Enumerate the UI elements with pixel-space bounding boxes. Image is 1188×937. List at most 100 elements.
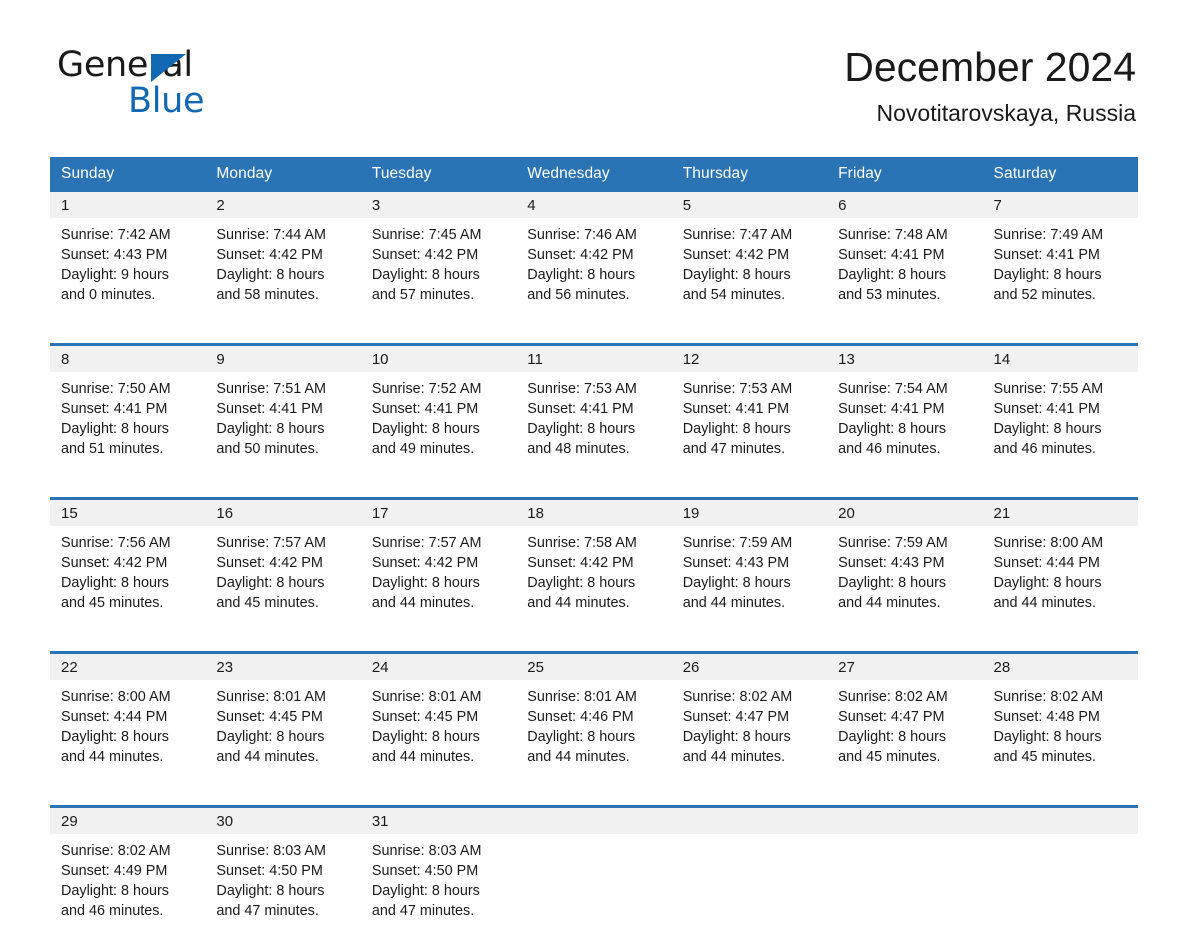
day-details: Sunrise: 7:53 AM Sunset: 4:41 PM Dayligh… xyxy=(516,372,671,459)
day-cell[interactable]: 22Sunrise: 8:00 AM Sunset: 4:44 PM Dayli… xyxy=(50,653,205,784)
day-number: 12 xyxy=(672,346,827,372)
day-cell[interactable]: 9Sunrise: 7:51 AM Sunset: 4:41 PM Daylig… xyxy=(205,345,360,476)
day-cell[interactable]: 8Sunrise: 7:50 AM Sunset: 4:41 PM Daylig… xyxy=(50,345,205,476)
calendar-week-row: 22Sunrise: 8:00 AM Sunset: 4:44 PM Dayli… xyxy=(50,653,1138,784)
day-cell[interactable]: 26Sunrise: 8:02 AM Sunset: 4:47 PM Dayli… xyxy=(672,653,827,784)
day-number: 3 xyxy=(361,192,516,218)
weekday-header-wednesday: Wednesday xyxy=(516,157,671,192)
day-details: Sunrise: 7:52 AM Sunset: 4:41 PM Dayligh… xyxy=(361,372,516,459)
day-cell[interactable]: 13Sunrise: 7:54 AM Sunset: 4:41 PM Dayli… xyxy=(827,345,982,476)
calendar-week-row: 15Sunrise: 7:56 AM Sunset: 4:42 PM Dayli… xyxy=(50,499,1138,630)
day-details: Sunrise: 8:03 AM Sunset: 4:50 PM Dayligh… xyxy=(205,834,360,921)
day-number: 17 xyxy=(361,500,516,526)
day-number: 19 xyxy=(672,500,827,526)
day-number: 2 xyxy=(205,192,360,218)
day-number xyxy=(827,808,982,834)
day-cell[interactable]: 2Sunrise: 7:44 AM Sunset: 4:42 PM Daylig… xyxy=(205,192,360,321)
day-details: Sunrise: 7:44 AM Sunset: 4:42 PM Dayligh… xyxy=(205,218,360,305)
day-cell[interactable]: 3Sunrise: 7:45 AM Sunset: 4:42 PM Daylig… xyxy=(361,192,516,321)
day-number: 1 xyxy=(50,192,205,218)
sunrise-sunset-calendar: Sunday Monday Tuesday Wednesday Thursday… xyxy=(50,157,1138,937)
day-details: Sunrise: 7:59 AM Sunset: 4:43 PM Dayligh… xyxy=(827,526,982,613)
day-cell[interactable]: 4Sunrise: 7:46 AM Sunset: 4:42 PM Daylig… xyxy=(516,192,671,321)
day-details: Sunrise: 7:57 AM Sunset: 4:42 PM Dayligh… xyxy=(361,526,516,613)
day-number: 16 xyxy=(205,500,360,526)
week-spacer xyxy=(50,783,1138,807)
day-number: 20 xyxy=(827,500,982,526)
weekday-header-monday: Monday xyxy=(205,157,360,192)
logo-wordmark-top: General xyxy=(57,48,397,84)
day-cell[interactable]: 18Sunrise: 7:58 AM Sunset: 4:42 PM Dayli… xyxy=(516,499,671,630)
day-number: 6 xyxy=(827,192,982,218)
day-details: Sunrise: 7:53 AM Sunset: 4:41 PM Dayligh… xyxy=(672,372,827,459)
day-number: 26 xyxy=(672,654,827,680)
day-cell-empty xyxy=(516,807,671,937)
day-cell[interactable]: 12Sunrise: 7:53 AM Sunset: 4:41 PM Dayli… xyxy=(672,345,827,476)
day-number: 30 xyxy=(205,808,360,834)
day-cell[interactable]: 11Sunrise: 7:53 AM Sunset: 4:41 PM Dayli… xyxy=(516,345,671,476)
day-cell[interactable]: 21Sunrise: 8:00 AM Sunset: 4:44 PM Dayli… xyxy=(983,499,1138,630)
day-cell[interactable]: 16Sunrise: 7:57 AM Sunset: 4:42 PM Dayli… xyxy=(205,499,360,630)
calendar-week-row: 8Sunrise: 7:50 AM Sunset: 4:41 PM Daylig… xyxy=(50,345,1138,476)
day-details: Sunrise: 8:02 AM Sunset: 4:47 PM Dayligh… xyxy=(827,680,982,767)
day-details: Sunrise: 7:54 AM Sunset: 4:41 PM Dayligh… xyxy=(827,372,982,459)
day-number: 27 xyxy=(827,654,982,680)
day-number: 28 xyxy=(983,654,1138,680)
day-cell[interactable]: 23Sunrise: 8:01 AM Sunset: 4:45 PM Dayli… xyxy=(205,653,360,784)
day-cell[interactable]: 30Sunrise: 8:03 AM Sunset: 4:50 PM Dayli… xyxy=(205,807,360,937)
day-cell[interactable]: 24Sunrise: 8:01 AM Sunset: 4:45 PM Dayli… xyxy=(361,653,516,784)
day-cell[interactable]: 14Sunrise: 7:55 AM Sunset: 4:41 PM Dayli… xyxy=(983,345,1138,476)
day-number: 18 xyxy=(516,500,671,526)
day-details: Sunrise: 8:01 AM Sunset: 4:46 PM Dayligh… xyxy=(516,680,671,767)
day-cell[interactable]: 7Sunrise: 7:49 AM Sunset: 4:41 PM Daylig… xyxy=(983,192,1138,321)
day-cell[interactable]: 17Sunrise: 7:57 AM Sunset: 4:42 PM Dayli… xyxy=(361,499,516,630)
day-cell[interactable]: 5Sunrise: 7:47 AM Sunset: 4:42 PM Daylig… xyxy=(672,192,827,321)
page-title: December 2024 xyxy=(844,44,1136,91)
day-cell[interactable]: 6Sunrise: 7:48 AM Sunset: 4:41 PM Daylig… xyxy=(827,192,982,321)
day-cell[interactable]: 25Sunrise: 8:01 AM Sunset: 4:46 PM Dayli… xyxy=(516,653,671,784)
day-details: Sunrise: 7:47 AM Sunset: 4:42 PM Dayligh… xyxy=(672,218,827,305)
day-cell-empty xyxy=(983,807,1138,937)
day-number: 29 xyxy=(50,808,205,834)
week-spacer xyxy=(50,629,1138,653)
day-cell[interactable]: 15Sunrise: 7:56 AM Sunset: 4:42 PM Dayli… xyxy=(50,499,205,630)
day-details: Sunrise: 7:42 AM Sunset: 4:43 PM Dayligh… xyxy=(50,218,205,305)
title-block: December 2024 Novotitarovskaya, Russia xyxy=(844,44,1136,127)
calendar-header-row: Sunday Monday Tuesday Wednesday Thursday… xyxy=(50,157,1138,192)
day-details xyxy=(827,834,982,841)
calendar-week-row: 29Sunrise: 8:02 AM Sunset: 4:49 PM Dayli… xyxy=(50,807,1138,937)
day-details xyxy=(672,834,827,841)
day-details: Sunrise: 7:56 AM Sunset: 4:42 PM Dayligh… xyxy=(50,526,205,613)
week-spacer xyxy=(50,475,1138,499)
calendar-body: 1Sunrise: 7:42 AM Sunset: 4:43 PM Daylig… xyxy=(50,192,1138,937)
day-number xyxy=(983,808,1138,834)
weekday-header-sunday: Sunday xyxy=(50,157,205,192)
day-number: 5 xyxy=(672,192,827,218)
day-cell[interactable]: 1Sunrise: 7:42 AM Sunset: 4:43 PM Daylig… xyxy=(50,192,205,321)
day-number: 11 xyxy=(516,346,671,372)
day-number: 24 xyxy=(361,654,516,680)
general-blue-logo[interactable]: General Blue xyxy=(57,48,397,118)
day-cell[interactable]: 28Sunrise: 8:02 AM Sunset: 4:48 PM Dayli… xyxy=(983,653,1138,784)
day-number: 13 xyxy=(827,346,982,372)
day-details: Sunrise: 7:57 AM Sunset: 4:42 PM Dayligh… xyxy=(205,526,360,613)
day-cell[interactable]: 19Sunrise: 7:59 AM Sunset: 4:43 PM Dayli… xyxy=(672,499,827,630)
day-cell[interactable]: 31Sunrise: 8:03 AM Sunset: 4:50 PM Dayli… xyxy=(361,807,516,937)
page-subtitle: Novotitarovskaya, Russia xyxy=(844,100,1136,127)
day-cell-empty xyxy=(827,807,982,937)
day-cell[interactable]: 20Sunrise: 7:59 AM Sunset: 4:43 PM Dayli… xyxy=(827,499,982,630)
day-number: 23 xyxy=(205,654,360,680)
day-cell[interactable]: 27Sunrise: 8:02 AM Sunset: 4:47 PM Dayli… xyxy=(827,653,982,784)
day-details xyxy=(983,834,1138,841)
day-number: 10 xyxy=(361,346,516,372)
day-cell[interactable]: 10Sunrise: 7:52 AM Sunset: 4:41 PM Dayli… xyxy=(361,345,516,476)
day-number: 7 xyxy=(983,192,1138,218)
day-details: Sunrise: 8:02 AM Sunset: 4:47 PM Dayligh… xyxy=(672,680,827,767)
day-cell[interactable]: 29Sunrise: 8:02 AM Sunset: 4:49 PM Dayli… xyxy=(50,807,205,937)
week-spacer xyxy=(50,321,1138,345)
day-details: Sunrise: 7:51 AM Sunset: 4:41 PM Dayligh… xyxy=(205,372,360,459)
logo-text-blue: Blue xyxy=(128,84,204,119)
day-number: 22 xyxy=(50,654,205,680)
day-number xyxy=(672,808,827,834)
calendar-week-row: 1Sunrise: 7:42 AM Sunset: 4:43 PM Daylig… xyxy=(50,192,1138,321)
